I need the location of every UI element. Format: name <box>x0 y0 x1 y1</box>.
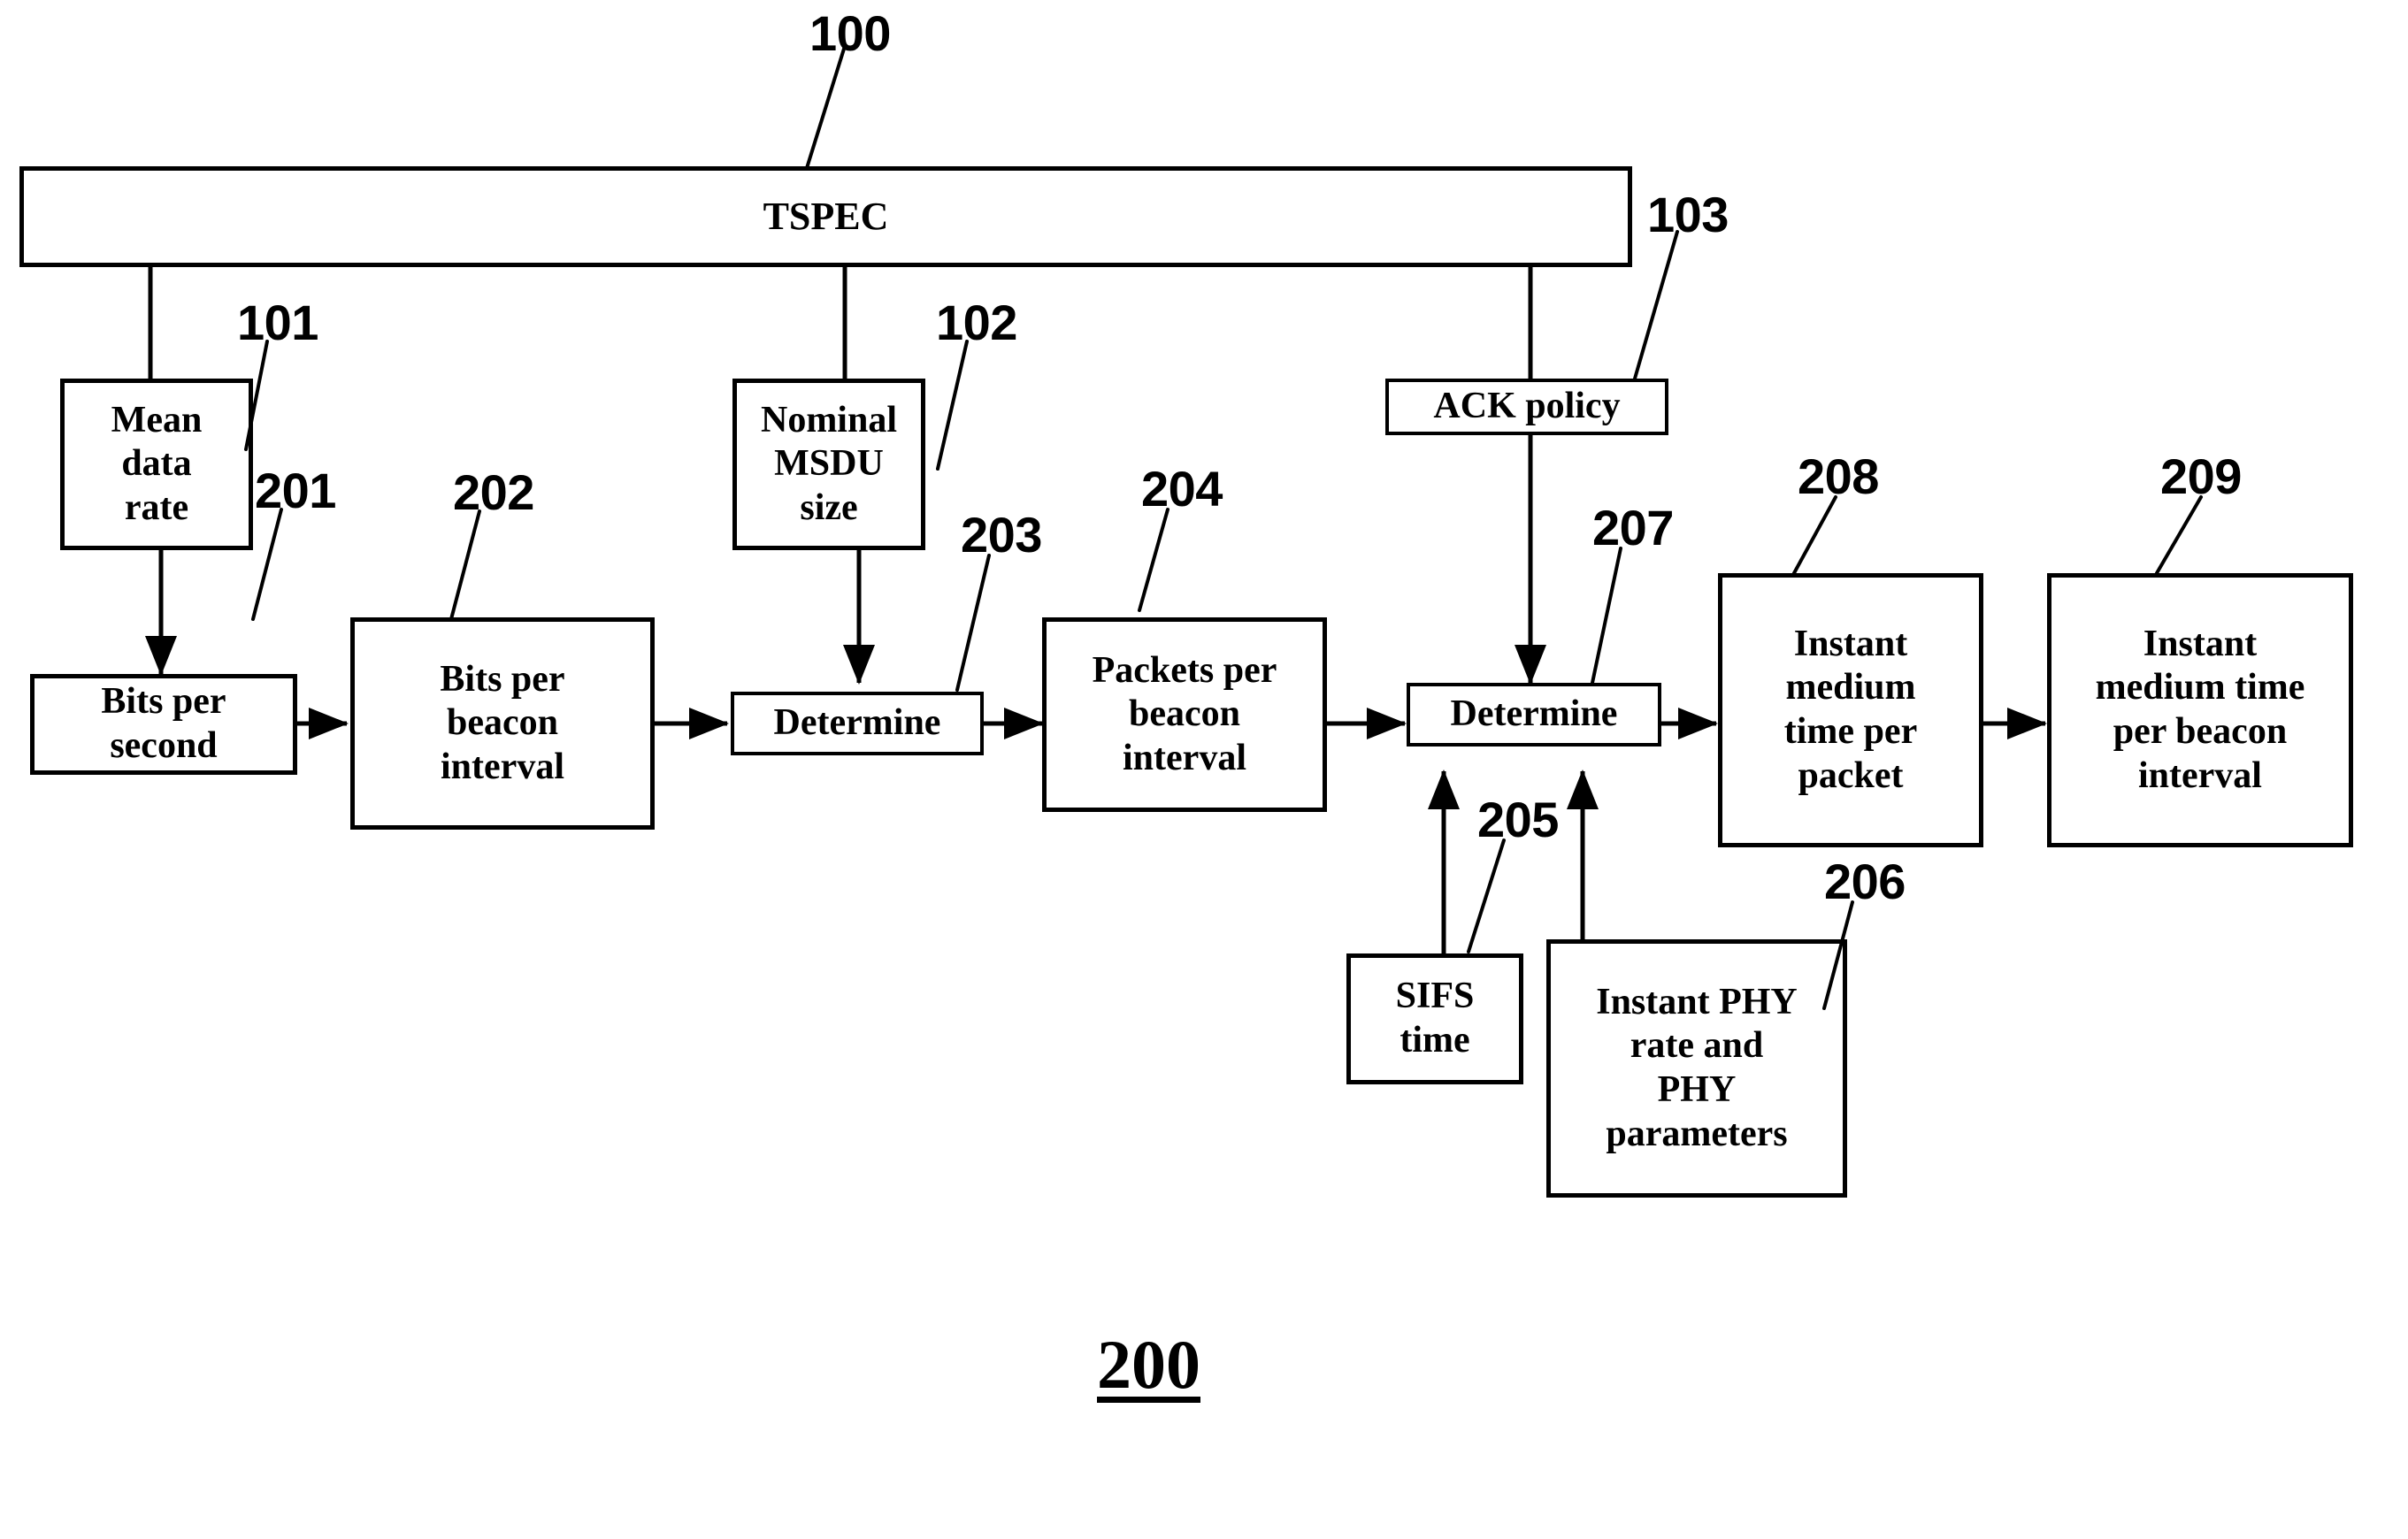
node-instant-phy[interactable]: Instant PHY rate and PHY parameters <box>1546 939 1847 1198</box>
figure-number: 200 <box>1097 1326 1200 1403</box>
node-bits-per-beacon-interval-label: Bits per beacon interval <box>440 658 565 787</box>
ref-102: 102 <box>936 295 1017 350</box>
ref-207: 207 <box>1592 500 1674 555</box>
node-determine-1[interactable]: Determine <box>731 692 984 755</box>
ref-205: 205 <box>1477 792 1559 847</box>
node-instant-phy-label: Instant PHY rate and PHY parameters <box>1596 981 1798 1154</box>
node-tspec[interactable]: TSPEC <box>19 166 1632 267</box>
node-mean-data-rate[interactable]: Mean data rate <box>60 379 253 550</box>
ref-206: 206 <box>1824 854 1906 909</box>
leader-201 <box>251 508 283 621</box>
node-determine-2[interactable]: Determine <box>1407 683 1661 747</box>
ref-204: 204 <box>1141 461 1223 517</box>
node-tspec-label: TSPEC <box>763 195 889 239</box>
node-determine-2-label: Determine <box>1450 693 1618 735</box>
ref-208: 208 <box>1798 448 1879 504</box>
node-nominal-msdu-size[interactable]: Nominal MSDU size <box>732 379 925 550</box>
leader-208 <box>1792 495 1837 575</box>
node-bits-per-second[interactable]: Bits per second <box>30 674 297 775</box>
leader-204 <box>1138 508 1169 612</box>
ref-201: 201 <box>255 463 336 518</box>
ref-100: 100 <box>809 5 891 61</box>
node-bits-per-beacon-interval[interactable]: Bits per beacon interval <box>350 617 655 830</box>
node-mean-data-rate-label: Mean data rate <box>111 399 203 528</box>
leader-203 <box>955 554 991 692</box>
node-instant-medium-time-per-packet-label: Instant medium time per packet <box>1783 623 1918 796</box>
node-packets-per-beacon-interval-label: Packets per beacon interval <box>1092 649 1277 778</box>
leader-102 <box>936 340 969 471</box>
node-ack-policy-label: ACK policy <box>1433 386 1621 427</box>
leader-100 <box>805 44 847 170</box>
ref-103: 103 <box>1647 187 1729 242</box>
ref-202: 202 <box>453 464 534 520</box>
node-sifs-time[interactable]: SIFS time <box>1346 953 1523 1084</box>
ref-209: 209 <box>2160 448 2242 504</box>
node-ack-policy[interactable]: ACK policy <box>1385 379 1668 435</box>
node-packets-per-beacon-interval[interactable]: Packets per beacon interval <box>1042 617 1327 812</box>
ref-101: 101 <box>237 295 318 350</box>
leader-202 <box>449 509 481 621</box>
leader-205 <box>1467 838 1506 953</box>
node-determine-1-label: Determine <box>773 702 941 744</box>
ref-203: 203 <box>961 507 1042 563</box>
node-nominal-msdu-size-label: Nominal MSDU size <box>760 399 897 528</box>
leader-207 <box>1591 547 1622 685</box>
node-instant-medium-time-per-beacon-interval[interactable]: Instant medium time per beacon interval <box>2047 573 2353 847</box>
node-instant-medium-time-per-beacon-interval-label: Instant medium time per beacon interval <box>2095 623 2305 796</box>
node-bits-per-second-label: Bits per second <box>101 681 226 766</box>
node-sifs-time-label: SIFS time <box>1395 976 1475 1060</box>
leader-103 <box>1633 230 1679 380</box>
figure-canvas: TSPEC Mean data rate Nominal MSDU size A… <box>0 0 2408 1539</box>
node-instant-medium-time-per-packet[interactable]: Instant medium time per packet <box>1718 573 1983 847</box>
leader-209 <box>2155 495 2203 575</box>
